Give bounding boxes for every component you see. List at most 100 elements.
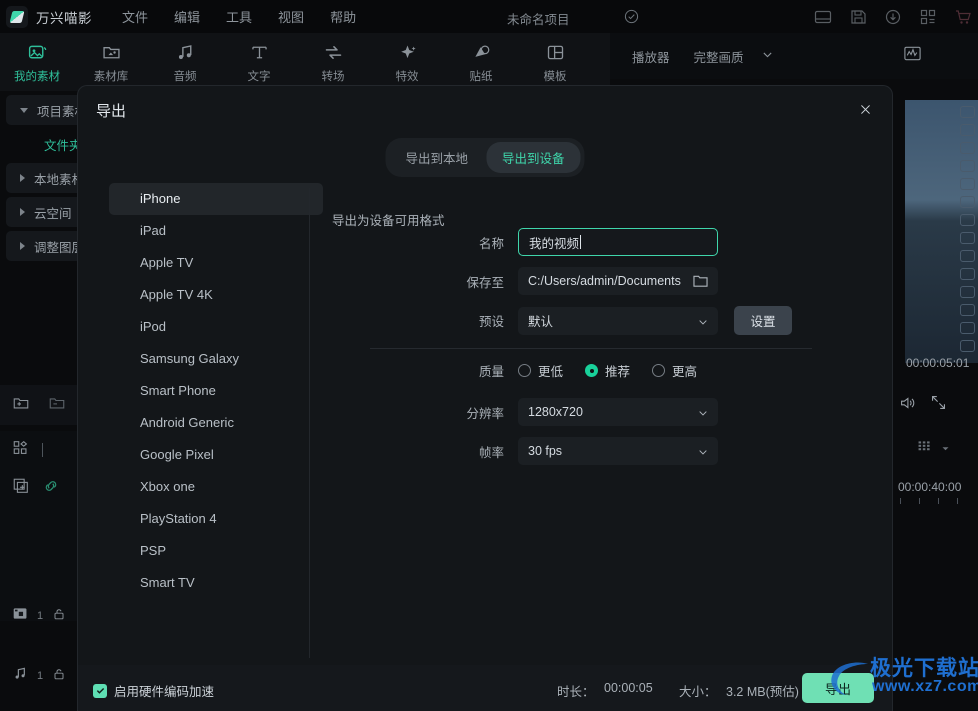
ribbon-tab-effects[interactable]: 特效: [370, 41, 444, 84]
device-item-android-generic[interactable]: Android Generic: [109, 407, 323, 439]
ribbon-tabs: 我的素材 素材库 音频 文字 转场 特效 贴纸 模板: [0, 33, 610, 91]
library-item-label: 文件夹: [44, 138, 82, 153]
folder-browse-icon[interactable]: [693, 274, 708, 288]
ribbon-tab-template[interactable]: 模板: [518, 41, 592, 84]
format-note: 导出为设备可用格式: [332, 214, 445, 228]
device-item-iphone[interactable]: iPhone: [109, 183, 323, 215]
ribbon-tab-my-media[interactable]: 我的素材: [0, 41, 74, 84]
preset-select[interactable]: 默认: [518, 306, 718, 335]
menu-item-file[interactable]: 文件: [122, 7, 148, 26]
device-item-smart-tv[interactable]: Smart TV: [109, 567, 323, 599]
app-root: 万兴喵影 文件 编辑 工具 视图 帮助 未命名项目 我的素材 素材库 音频 文字…: [0, 0, 978, 711]
device-item-ipod[interactable]: iPod: [109, 311, 323, 343]
ribbon-tab-label: 我的素材: [14, 70, 60, 83]
unlock-icon[interactable]: [51, 606, 67, 627]
chevron-right-icon: [20, 174, 25, 182]
quality-option-recommended[interactable]: 推荐: [585, 361, 630, 380]
close-icon[interactable]: [852, 96, 878, 122]
audio-track-header: 1: [0, 655, 78, 697]
name-input[interactable]: 我的视频: [518, 228, 718, 256]
resolution-select[interactable]: 1280x720: [518, 398, 718, 426]
export-button[interactable]: 导出: [802, 673, 874, 703]
app-logo-icon: [6, 5, 28, 28]
device-list: iPhone iPad Apple TV Apple TV 4K iPod Sa…: [109, 183, 323, 663]
project-title: 未命名项目: [507, 13, 570, 27]
ribbon-tab-sticker[interactable]: 贴纸: [444, 41, 518, 84]
quality-option-label: 推荐: [605, 365, 631, 379]
quality-field-row: 质量 更低 推荐 更高: [448, 361, 719, 380]
player-quality-value[interactable]: 完整画质: [694, 47, 744, 66]
library-footer-toolbar: [0, 385, 78, 425]
volume-icon[interactable]: [898, 394, 916, 417]
chevron-right-icon: [20, 208, 25, 216]
music-note-icon: [148, 41, 222, 65]
fullscreen-icon[interactable]: [930, 394, 947, 416]
device-item-psp[interactable]: PSP: [109, 535, 323, 567]
quality-option-higher[interactable]: 更高: [652, 361, 697, 380]
resolution-value: 1280x720: [528, 405, 583, 419]
new-folder-icon[interactable]: [12, 394, 30, 417]
library-item-label: 调整图层: [34, 240, 85, 255]
device-item-playstation-4[interactable]: PlayStation 4: [109, 503, 323, 535]
preset-field-row: 预设 默认 设置: [448, 306, 792, 335]
settings-button[interactable]: 设置: [734, 306, 792, 335]
device-item-ipad[interactable]: iPad: [109, 215, 323, 247]
tab-export-local[interactable]: 导出到本地: [389, 142, 484, 173]
chevron-down-icon[interactable]: [941, 440, 950, 458]
menu-items: 文件 编辑 工具 视图 帮助: [122, 7, 356, 26]
video-track-icon: [12, 605, 29, 627]
timeline-ruler-ticks: [900, 498, 978, 504]
media-grid-icon[interactable]: [12, 439, 30, 462]
export-cloud-icon[interactable]: [884, 8, 902, 26]
unlock-icon[interactable]: [51, 666, 67, 687]
filmstrip-decoration: [958, 100, 978, 363]
resolution-label: 分辨率: [466, 406, 504, 421]
ribbon-tab-media-library[interactable]: 素材库: [74, 41, 148, 84]
size-value: 3.2 MB(预估): [726, 685, 799, 699]
quality-label: 质量: [478, 365, 504, 379]
grid-apps-icon[interactable]: [919, 8, 937, 26]
device-item-smart-phone[interactable]: Smart Phone: [109, 375, 323, 407]
tab-export-device[interactable]: 导出到设备: [486, 142, 581, 173]
ribbon-tab-transition[interactable]: 转场: [296, 41, 370, 84]
framerate-select[interactable]: 30 fps: [518, 437, 718, 465]
timeline-grid-icon[interactable]: [916, 438, 933, 460]
library-item-label: 本地素材: [34, 172, 85, 187]
menu-item-view[interactable]: 视图: [278, 7, 304, 26]
text-t-icon: [222, 41, 296, 65]
remove-folder-icon[interactable]: [48, 394, 66, 417]
quality-option-label: 更低: [538, 365, 564, 379]
device-item-apple-tv-4k[interactable]: Apple TV 4K: [109, 279, 323, 311]
chevron-down-icon: [698, 316, 708, 326]
titlebar-tools: [814, 0, 972, 33]
radio-dot-icon: [518, 364, 531, 377]
device-item-samsung-galaxy[interactable]: Samsung Galaxy: [109, 343, 323, 375]
dialog-footer: 启用硬件编码加速 时长： 00:00:05 大小： 3.2 MB(预估) 导出: [78, 665, 892, 711]
save-icon[interactable]: [849, 8, 867, 26]
ribbon-tab-text[interactable]: 文字: [222, 41, 296, 84]
library-item-label: 云空间: [34, 206, 72, 221]
chevron-down-icon[interactable]: [762, 47, 773, 65]
device-item-apple-tv[interactable]: Apple TV: [109, 247, 323, 279]
cart-icon[interactable]: [954, 8, 972, 26]
ribbon-tab-label: 转场: [321, 70, 345, 83]
sticker-icon: [444, 41, 518, 65]
hwaccel-checkbox[interactable]: 启用硬件编码加速: [93, 681, 214, 700]
device-item-google-pixel[interactable]: Google Pixel: [109, 439, 323, 471]
waveform-icon[interactable]: [903, 44, 922, 68]
saveto-input[interactable]: C:/Users/admin/Documents: [518, 267, 718, 295]
ribbon-tab-audio[interactable]: 音频: [148, 41, 222, 84]
layout-icon[interactable]: [814, 8, 832, 26]
quality-option-lower[interactable]: 更低: [518, 361, 563, 380]
name-label: 名称: [478, 236, 504, 251]
radio-dot-icon: [652, 364, 666, 377]
menu-item-edit[interactable]: 编辑: [174, 7, 200, 26]
menu-item-tools[interactable]: 工具: [226, 7, 252, 26]
resolution-field-row: 分辨率 1280x720: [448, 398, 718, 426]
toolbar-divider: [42, 443, 43, 457]
menu-item-help[interactable]: 帮助: [330, 7, 356, 26]
export-dialog: 导出 导出到本地 导出到设备 iPhone iPad Apple TV Appl…: [78, 86, 892, 711]
device-item-xbox-one[interactable]: Xbox one: [109, 471, 323, 503]
add-track-icon[interactable]: [12, 477, 30, 500]
link-icon[interactable]: [42, 477, 60, 500]
